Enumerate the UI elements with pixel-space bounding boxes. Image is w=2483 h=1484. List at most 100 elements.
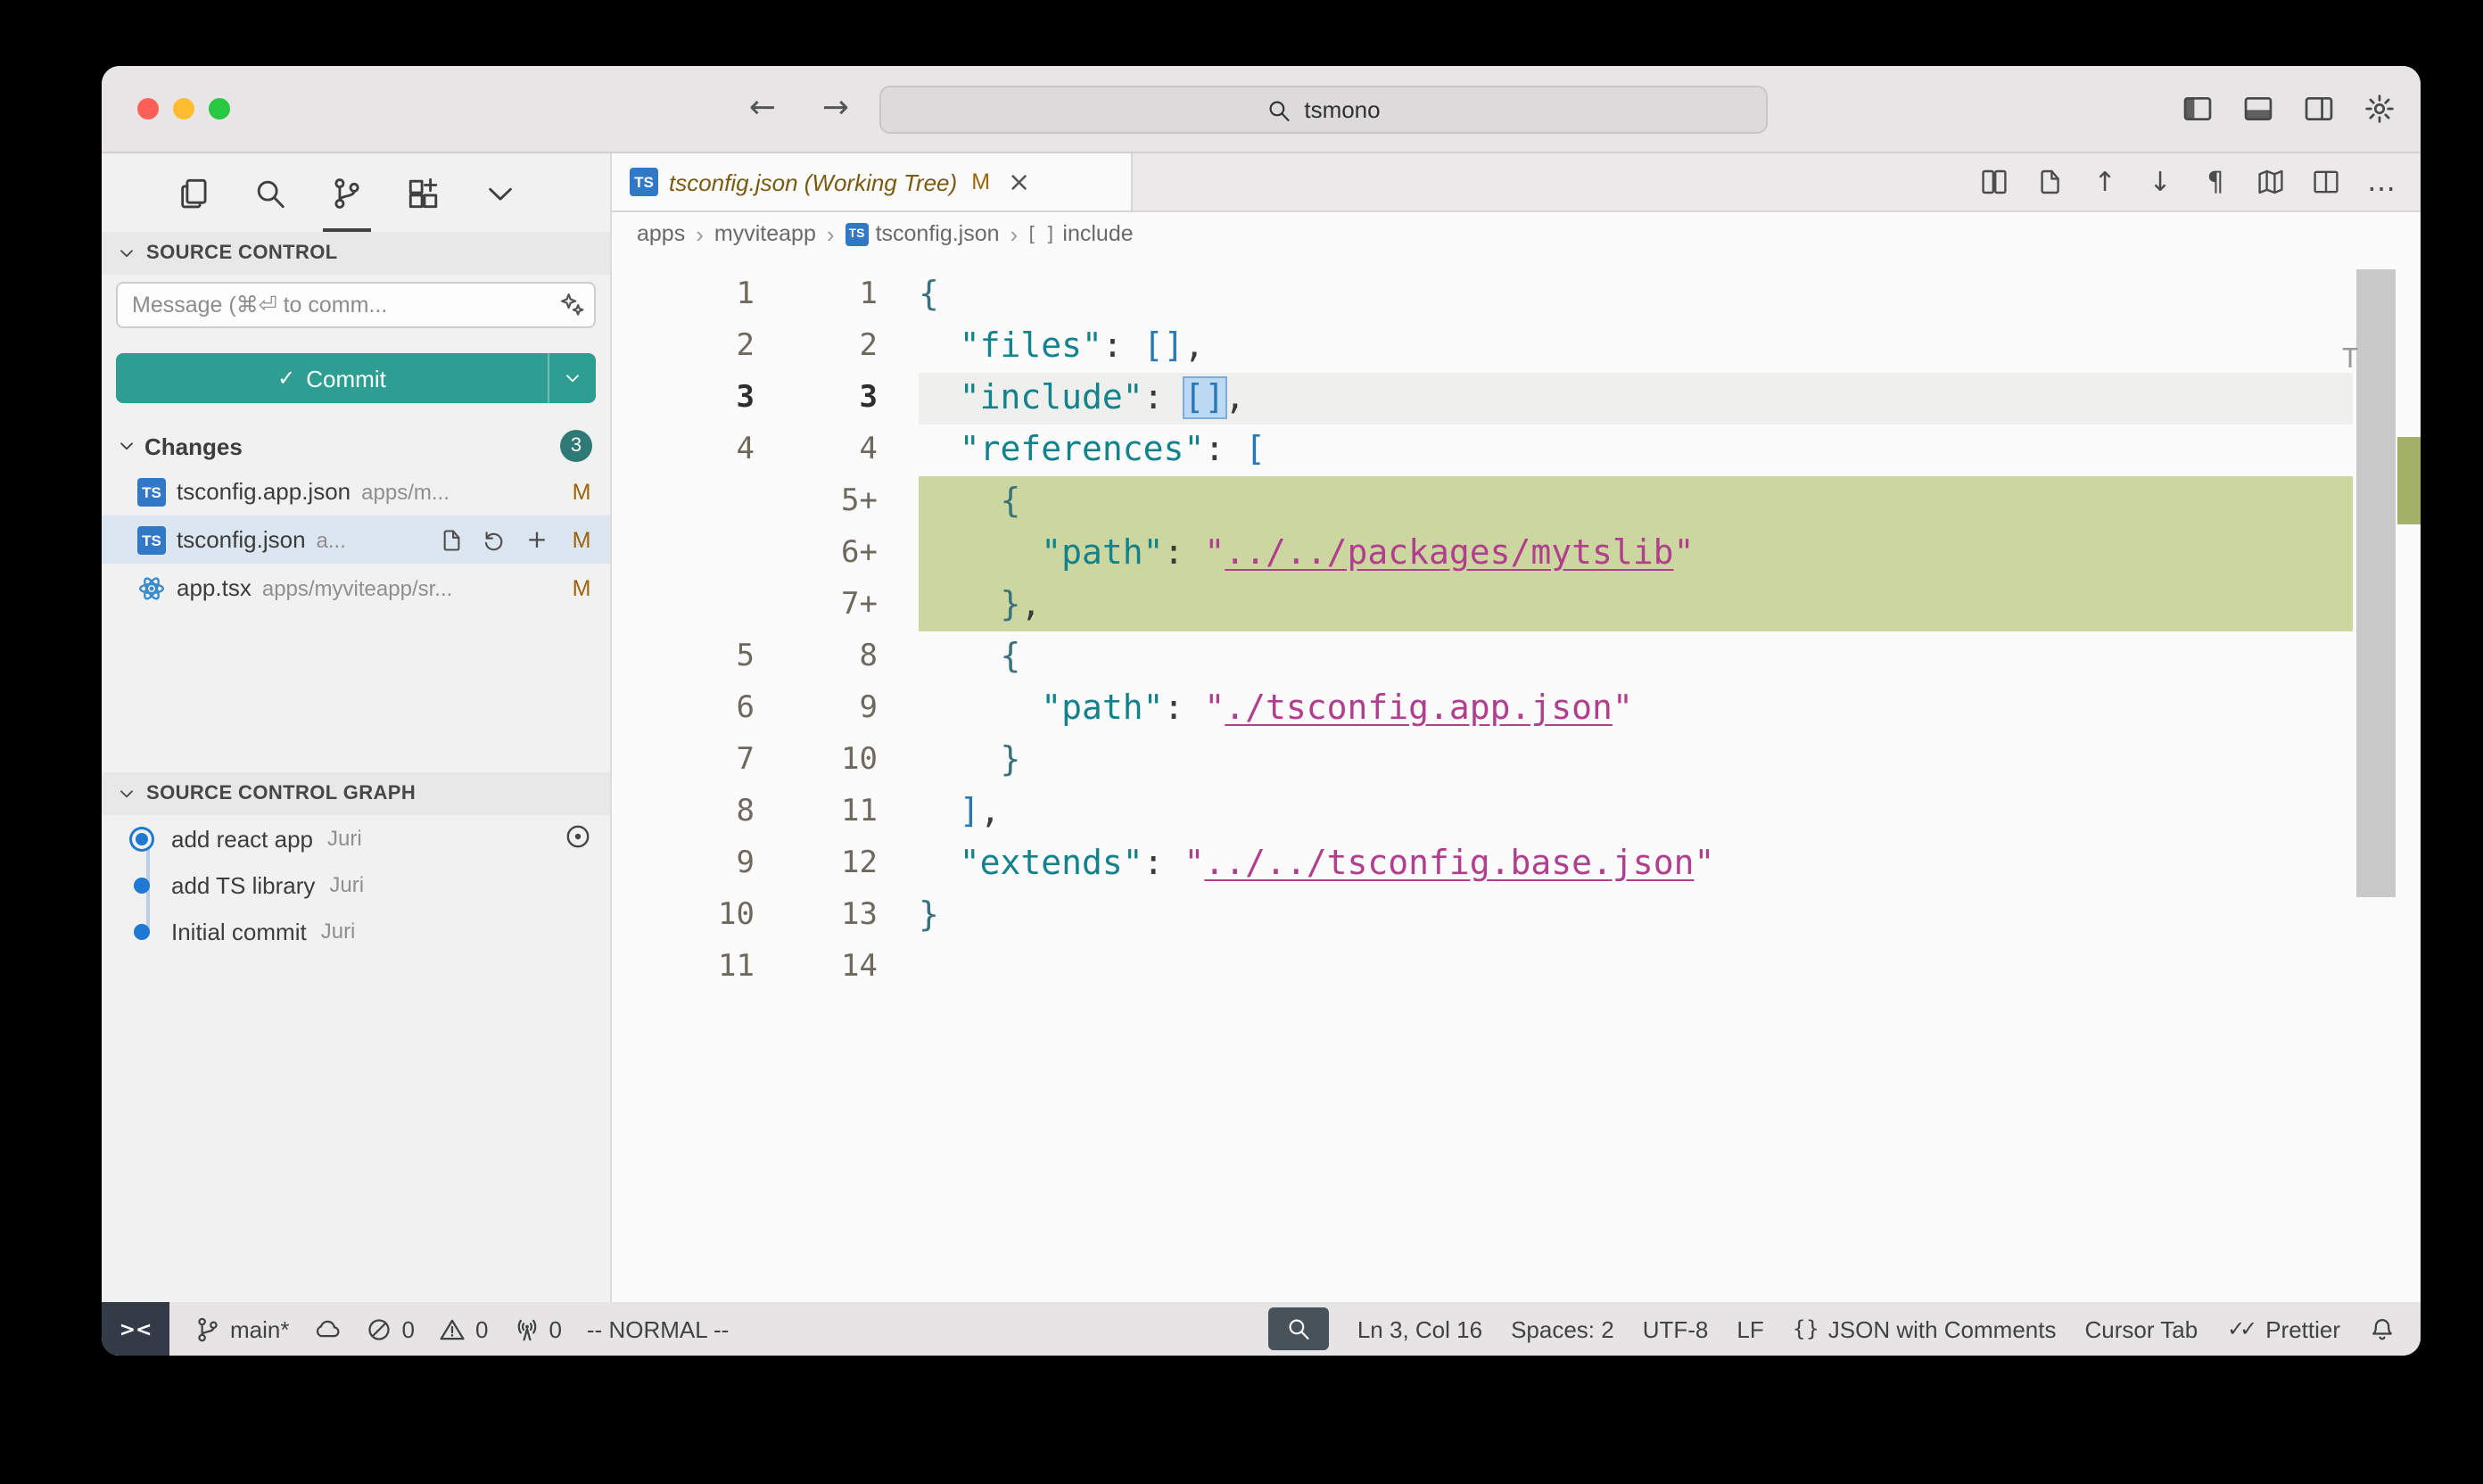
braces-icon: {} [1793,1315,1819,1342]
code-text[interactable]: "path": "./tsconfig.app.json" [919,683,2353,735]
sidebar-spacer [102,612,610,772]
code-text[interactable]: "files": [], [919,321,2353,373]
code-line-8: 58 { [612,631,2421,683]
breadcrumb-include[interactable]: [ ]include [1028,221,1133,246]
code-line-5: 5+ { [612,476,2421,528]
status-encoding[interactable]: UTF-8 [1643,1315,1709,1342]
status-cursor-tab[interactable]: Cursor Tab [2085,1315,2198,1342]
history-nav: ←→ [747,66,851,152]
status-warnings[interactable]: 0 [440,1315,488,1342]
code-text[interactable]: { [919,269,2353,321]
go-to-file-button[interactable] [2035,168,2064,196]
activity-source-control[interactable] [330,153,364,232]
stage-changes-icon[interactable]: + [524,527,549,552]
section-title: SOURCE CONTROL GRAPH [146,783,416,804]
code-text[interactable]: { [919,631,2353,683]
status-formatter[interactable]: ✓✓Prettier [2226,1315,2340,1342]
status-left: ><main*000-- NORMAL -- [102,1302,729,1356]
code-text[interactable]: "references": [ [919,425,2353,476]
toggle-primary-sidebar-button[interactable] [2182,93,2214,125]
open-file-icon[interactable] [439,527,464,552]
code-line-13: 1013} [612,890,2421,942]
split-editor-button[interactable] [2312,168,2340,196]
status-zoom-indicator[interactable] [1268,1307,1329,1350]
commit-row-add-TS-library[interactable]: add TS libraryJuri [102,862,610,908]
breadcrumb-myviteapp[interactable]: myviteapp [714,221,816,246]
chevron-down-icon [116,435,137,457]
close-button[interactable] [137,98,159,120]
commit-message-input[interactable] [116,282,596,328]
code-text[interactable]: }, [919,580,2353,631]
changes-section-header[interactable]: Changes 3 [102,425,610,467]
previous-change-button[interactable]: ↑ [2091,168,2119,196]
status-vim-mode[interactable]: -- NORMAL -- [587,1315,729,1342]
status-branch-status[interactable]: main* [194,1315,290,1342]
sparkle-icon[interactable] [558,291,585,317]
code-text[interactable]: "include": [], [919,373,2353,425]
gutter-old-line-number [612,476,755,528]
commit-button[interactable]: ✓ Commit [116,353,548,403]
file-row-tsconfig.app.json[interactable]: TStsconfig.app.jsonapps/m...M [102,467,610,515]
toggle-secondary-sidebar-button[interactable] [2303,93,2335,125]
commit-button-label: Commit [306,365,386,392]
status-remote-indicator[interactable]: >< [102,1302,169,1356]
activity-search[interactable] [253,153,287,232]
activity-more-views[interactable] [483,153,517,232]
status-language-mode[interactable]: {}JSON with Comments [1793,1315,2057,1342]
code-line-14: 1114 [612,942,2421,993]
commit-dot [134,923,150,939]
command-center-search[interactable]: tsmono [879,86,1768,134]
changes-file-list: TStsconfig.app.jsonapps/m...MTStsconfig.… [102,467,610,612]
discard-changes-icon[interactable] [482,527,507,552]
status-cursor-position[interactable]: Ln 3, Col 16 [1357,1315,1482,1342]
activity-extensions[interactable] [407,153,441,232]
commit-dropdown-button[interactable] [549,353,596,403]
code-text[interactable]: "path": "../../packages/mytslib" [919,528,2353,580]
tab-close-button[interactable]: × [1008,169,1030,195]
section-source-control-graph[interactable]: SOURCE CONTROL GRAPH [102,772,610,815]
file-row-tsconfig.json[interactable]: TStsconfig.jsona...+M [102,515,610,564]
code-text[interactable]: { [919,476,2353,528]
code-text[interactable]: ], [919,787,2353,838]
status-end-of-line[interactable]: LF [1736,1315,1763,1342]
more-actions-button[interactable]: … [2367,168,2396,196]
toggle-render-whitespace-button[interactable]: ¶ [2201,168,2230,196]
code-text[interactable]: } [919,890,2353,942]
forward-button[interactable]: → [821,94,851,124]
next-change-button[interactable]: ↓ [2146,168,2174,196]
tab-modified-badge: M [971,169,990,194]
minimize-button[interactable] [173,98,194,120]
status-errors[interactable]: 0 [367,1315,415,1342]
breadcrumb-apps[interactable]: apps [637,221,685,246]
status-indentation[interactable]: Spaces: 2 [1511,1315,1614,1342]
status-notifications[interactable] [2369,1315,2396,1342]
tab-tsconfig-json[interactable]: TS tsconfig.json (Working Tree) M × [612,153,1133,210]
gutter-new-line-number: 1 [755,269,878,321]
breadcrumb-tsconfig.json[interactable]: TStsconfig.json [846,221,1000,246]
commit-row-add-react-app[interactable]: add react appJuri [102,815,610,862]
files-icon [177,176,210,210]
status-ports[interactable]: 0 [513,1315,561,1342]
status-publish-changes[interactable] [315,1315,342,1342]
zoom-button[interactable] [209,98,230,120]
section-source-control[interactable]: SOURCE CONTROL [102,232,610,275]
search-icon [1266,97,1291,122]
code-text[interactable]: "extends": "../../tsconfig.base.json" [919,838,2353,890]
toggle-map-button[interactable] [2256,168,2285,196]
code-text[interactable] [919,942,2353,993]
open-changes-button[interactable] [1980,168,2009,196]
commit-author: Juri [329,872,364,897]
code-editor[interactable]: 11{22 "files": [],33 "include": [],44 "r… [612,255,2421,1302]
target-icon[interactable] [564,821,592,850]
commit-row-Initial-commit[interactable]: Initial commitJuri [102,908,610,954]
toggle-panel-button[interactable] [2242,93,2274,125]
activity-explorer[interactable] [177,153,210,232]
code-text[interactable]: } [919,735,2353,787]
editor-scrollbar[interactable] [2356,269,2396,897]
settings-button[interactable] [2363,93,2396,125]
file-row-app.tsx[interactable]: app.tsxapps/myviteapp/sr...M [102,564,610,612]
back-button[interactable]: ← [747,94,778,124]
titlebar: ←→ tsmono [102,66,2421,153]
remote-icon: >< [123,1316,148,1341]
gutter-new-line-number: 9 [755,683,878,735]
